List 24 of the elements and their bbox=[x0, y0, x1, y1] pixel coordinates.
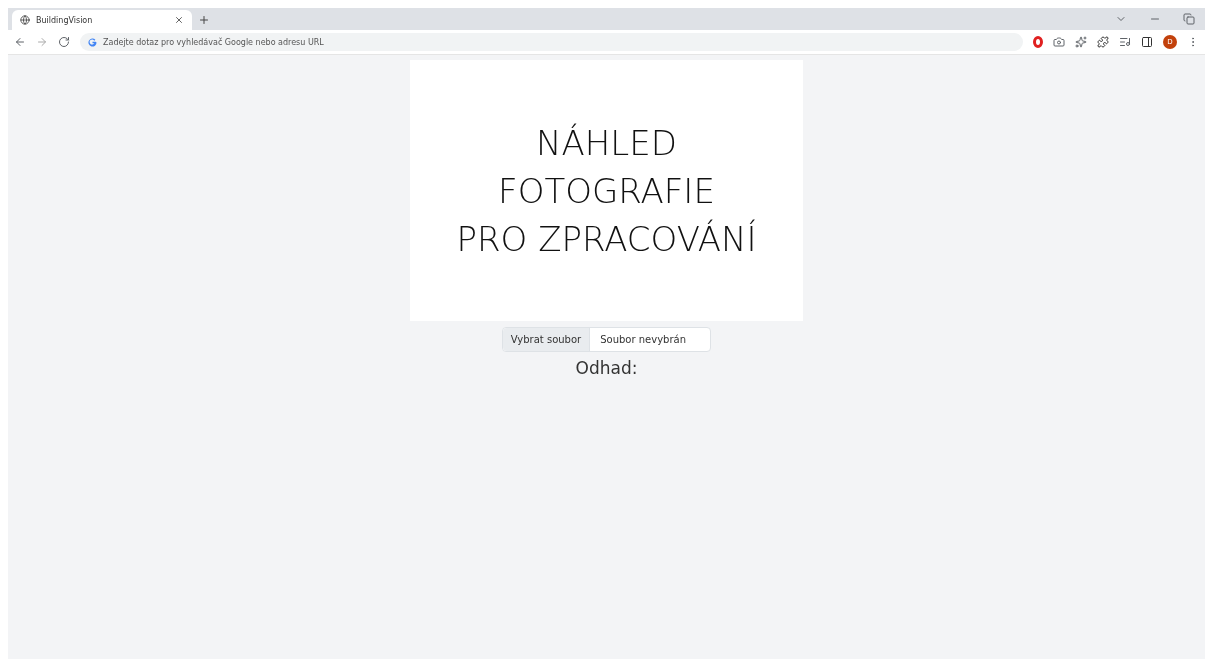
preview-text: NÁHLED bbox=[536, 121, 677, 165]
result-label: Odhad: bbox=[575, 358, 638, 378]
restore-icon[interactable] bbox=[1183, 13, 1195, 25]
puzzle-icon[interactable] bbox=[1097, 36, 1109, 48]
globe-icon bbox=[20, 15, 30, 25]
ring-icon[interactable] bbox=[1033, 36, 1043, 48]
close-icon[interactable] bbox=[174, 15, 184, 25]
address-field[interactable]: Zadejte dotaz pro vyhledávač Google nebo adresu URL bbox=[80, 33, 1023, 51]
search-engine-icon bbox=[88, 37, 97, 47]
browser-tab[interactable]: BuildingVision bbox=[12, 10, 192, 30]
tab-title: BuildingVision bbox=[36, 15, 93, 25]
back-icon[interactable] bbox=[14, 36, 26, 48]
extension-icon[interactable] bbox=[1075, 36, 1087, 48]
preview-text: FOTOGRAFIE bbox=[498, 169, 715, 213]
playlist-icon[interactable] bbox=[1119, 36, 1131, 48]
preview-text: PRO ZPRACOVÁNÍ bbox=[456, 217, 757, 261]
file-status: Soubor nevybrán bbox=[599, 333, 687, 347]
camera-icon[interactable] bbox=[1053, 36, 1065, 48]
address-placeholder: Zadejte dotaz pro vyhledávač Google nebo adresu URL bbox=[103, 37, 324, 47]
file-input[interactable]: Vybrat soubor Soubor nevybrán bbox=[501, 327, 712, 352]
side-panel-icon[interactable] bbox=[1141, 36, 1153, 48]
new-tab-icon[interactable] bbox=[198, 14, 210, 26]
choose-file-button[interactable]: Vybrat soubor bbox=[502, 328, 591, 351]
reload-icon[interactable] bbox=[58, 36, 70, 48]
